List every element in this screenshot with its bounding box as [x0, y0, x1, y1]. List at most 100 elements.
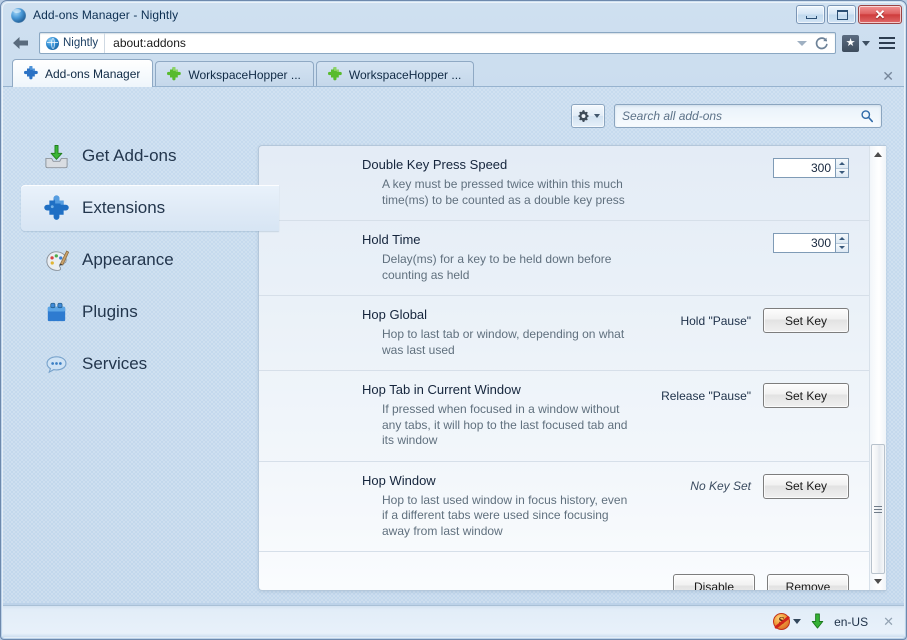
pref-control: 300: [773, 232, 849, 253]
detail-scrollbar[interactable]: [869, 146, 886, 590]
url-text[interactable]: about:addons: [105, 36, 186, 50]
remove-label-rest: emove: [794, 579, 831, 591]
hold-time-stepper[interactable]: 300: [773, 233, 849, 253]
pref-row: Hop Window Hop to last used window in fo…: [259, 462, 869, 552]
hop-tab-key-value: Release "Pause": [661, 388, 751, 403]
spinner-value[interactable]: 300: [773, 233, 835, 253]
pref-row: Double Key Press Speed A key must be pre…: [259, 146, 869, 221]
sidebar-item-appearance[interactable]: Appearance: [3, 237, 279, 283]
pref-title: Double Key Press Speed: [362, 157, 508, 172]
pref-control: 300: [773, 157, 849, 178]
pref-text: Hop Tab in Current Window If pressed whe…: [362, 382, 651, 449]
scrollbar-thumb[interactable]: [871, 444, 885, 574]
addon-detail-panel: Double Key Press Speed A key must be pre…: [258, 145, 886, 591]
menu-button[interactable]: [876, 33, 898, 53]
minimize-icon: [806, 16, 817, 19]
download-arrow-icon[interactable]: [810, 613, 825, 630]
pref-title: Hold Time: [362, 232, 421, 247]
triangle-down-icon: [874, 579, 882, 584]
sidebar-item-label: Appearance: [82, 250, 174, 269]
maximize-button[interactable]: [827, 5, 856, 24]
pref-description: If pressed when focused in a window with…: [382, 402, 628, 447]
scrollbar-up-button[interactable]: [870, 146, 886, 163]
bookmark-button[interactable]: ★: [842, 34, 859, 52]
status-bar: S en-US ✕: [3, 605, 904, 637]
puzzle-green-icon: [327, 66, 342, 80]
puzzle-green-icon: [167, 66, 182, 80]
sidebar-item-extensions[interactable]: Extensions: [21, 185, 279, 231]
sidebar-item-plugins[interactable]: Plugins: [3, 289, 279, 335]
browser-window: Add-ons Manager - Nightly ✕ Nightly abou…: [0, 0, 907, 640]
addons-manager-content: Search all add-ons Get Add-ons Extension…: [3, 86, 904, 603]
sidebar-item-services[interactable]: Services: [3, 341, 279, 387]
identity-box[interactable]: Nightly: [40, 33, 106, 53]
menu-line-1: [879, 37, 895, 39]
close-window-button[interactable]: ✕: [858, 5, 902, 24]
pref-text: Double Key Press Speed A key must be pre…: [362, 157, 763, 208]
pref-title: Hop Tab in Current Window: [362, 382, 521, 397]
preferences-list: Double Key Press Speed A key must be pre…: [259, 146, 869, 590]
spinner-arrows: [835, 233, 849, 253]
pref-control: Hold "Pause" Set Key: [680, 307, 849, 333]
noscript-icon: S: [773, 613, 791, 630]
window-frame: Add-ons Manager - Nightly ✕ Nightly abou…: [0, 0, 907, 640]
pref-description: Delay(ms) for a key to be held down befo…: [382, 252, 612, 282]
pref-title: Hop Global: [362, 307, 428, 322]
reload-icon[interactable]: [814, 36, 829, 51]
detail-scroll-area: Double Key Press Speed A key must be pre…: [259, 146, 869, 590]
chevron-down-icon: [594, 114, 600, 118]
pref-description: Hop to last used window in focus history…: [382, 492, 628, 538]
noscript-status-item[interactable]: S: [773, 613, 802, 630]
url-bar[interactable]: Nightly about:addons: [39, 32, 836, 54]
spinner-down-button[interactable]: [836, 243, 848, 252]
close-tab-button[interactable]: ✕: [882, 69, 894, 83]
hop-global-set-key-button[interactable]: Set Key: [763, 308, 849, 333]
language-indicator[interactable]: en-US: [834, 615, 868, 629]
pref-description: Hop to last tab or window, depending on …: [382, 327, 625, 357]
remove-button[interactable]: Remove: [767, 574, 849, 590]
pref-control: No Key Set Set Key: [690, 473, 849, 499]
tab-workspacehopper-1[interactable]: WorkspaceHopper ...: [155, 61, 314, 87]
chevron-down-icon: [839, 246, 845, 250]
globe-icon: [11, 7, 26, 23]
spinner-up-button[interactable]: [836, 234, 848, 244]
chevron-down-icon[interactable]: [793, 619, 802, 624]
sidebar-item-get-addons[interactable]: Get Add-ons: [3, 133, 279, 179]
search-input[interactable]: Search all add-ons: [614, 104, 882, 128]
scrollbar-down-button[interactable]: [870, 573, 886, 590]
chevron-down-icon[interactable]: [797, 40, 807, 46]
double-key-press-speed-stepper[interactable]: 300: [773, 158, 849, 178]
hop-global-key-value: Hold "Pause": [680, 313, 751, 328]
triangle-up-icon: [874, 152, 882, 157]
detail-footer: Disable Remove: [259, 552, 869, 590]
close-status-item-button[interactable]: ✕: [883, 615, 894, 628]
chevron-down-icon: [839, 171, 845, 175]
chevron-up-icon: [839, 161, 845, 165]
tab-label: Add-ons Manager: [45, 66, 141, 81]
disable-button[interactable]: Disable: [673, 574, 755, 590]
chevron-up-icon: [839, 236, 845, 240]
back-button[interactable]: [9, 31, 33, 55]
hop-window-key-value: No Key Set: [690, 479, 751, 493]
spinner-value[interactable]: 300: [773, 158, 835, 178]
tab-workspacehopper-2[interactable]: WorkspaceHopper ...: [315, 61, 475, 87]
pref-text: Hop Window Hop to last used window in fo…: [362, 473, 680, 540]
title-bar: Add-ons Manager - Nightly: [3, 3, 904, 27]
bookmark-chevron-icon[interactable]: [862, 40, 870, 46]
sidebar-item-label: Get Add-ons: [82, 146, 177, 165]
gear-icon: [578, 109, 589, 122]
tools-menu-button[interactable]: [571, 104, 605, 128]
sidebar-item-label: Services: [82, 354, 148, 373]
search-icon[interactable]: [860, 109, 874, 123]
tab-addons-manager[interactable]: Add-ons Manager: [12, 59, 154, 87]
minimize-button[interactable]: [796, 5, 825, 24]
tab-strip: Add-ons Manager WorkspaceHopper ... Work…: [3, 58, 904, 87]
spinner-down-button[interactable]: [836, 168, 848, 177]
hop-tab-set-key-button[interactable]: Set Key: [763, 383, 849, 408]
spinner-arrows: [835, 158, 849, 178]
hop-window-set-key-button[interactable]: Set Key: [763, 473, 849, 499]
scrollbar-grip-icon: [874, 504, 882, 515]
sidebar-item-label: Extensions: [82, 198, 166, 217]
spinner-up-button[interactable]: [836, 159, 848, 169]
menu-line-3: [879, 47, 895, 49]
